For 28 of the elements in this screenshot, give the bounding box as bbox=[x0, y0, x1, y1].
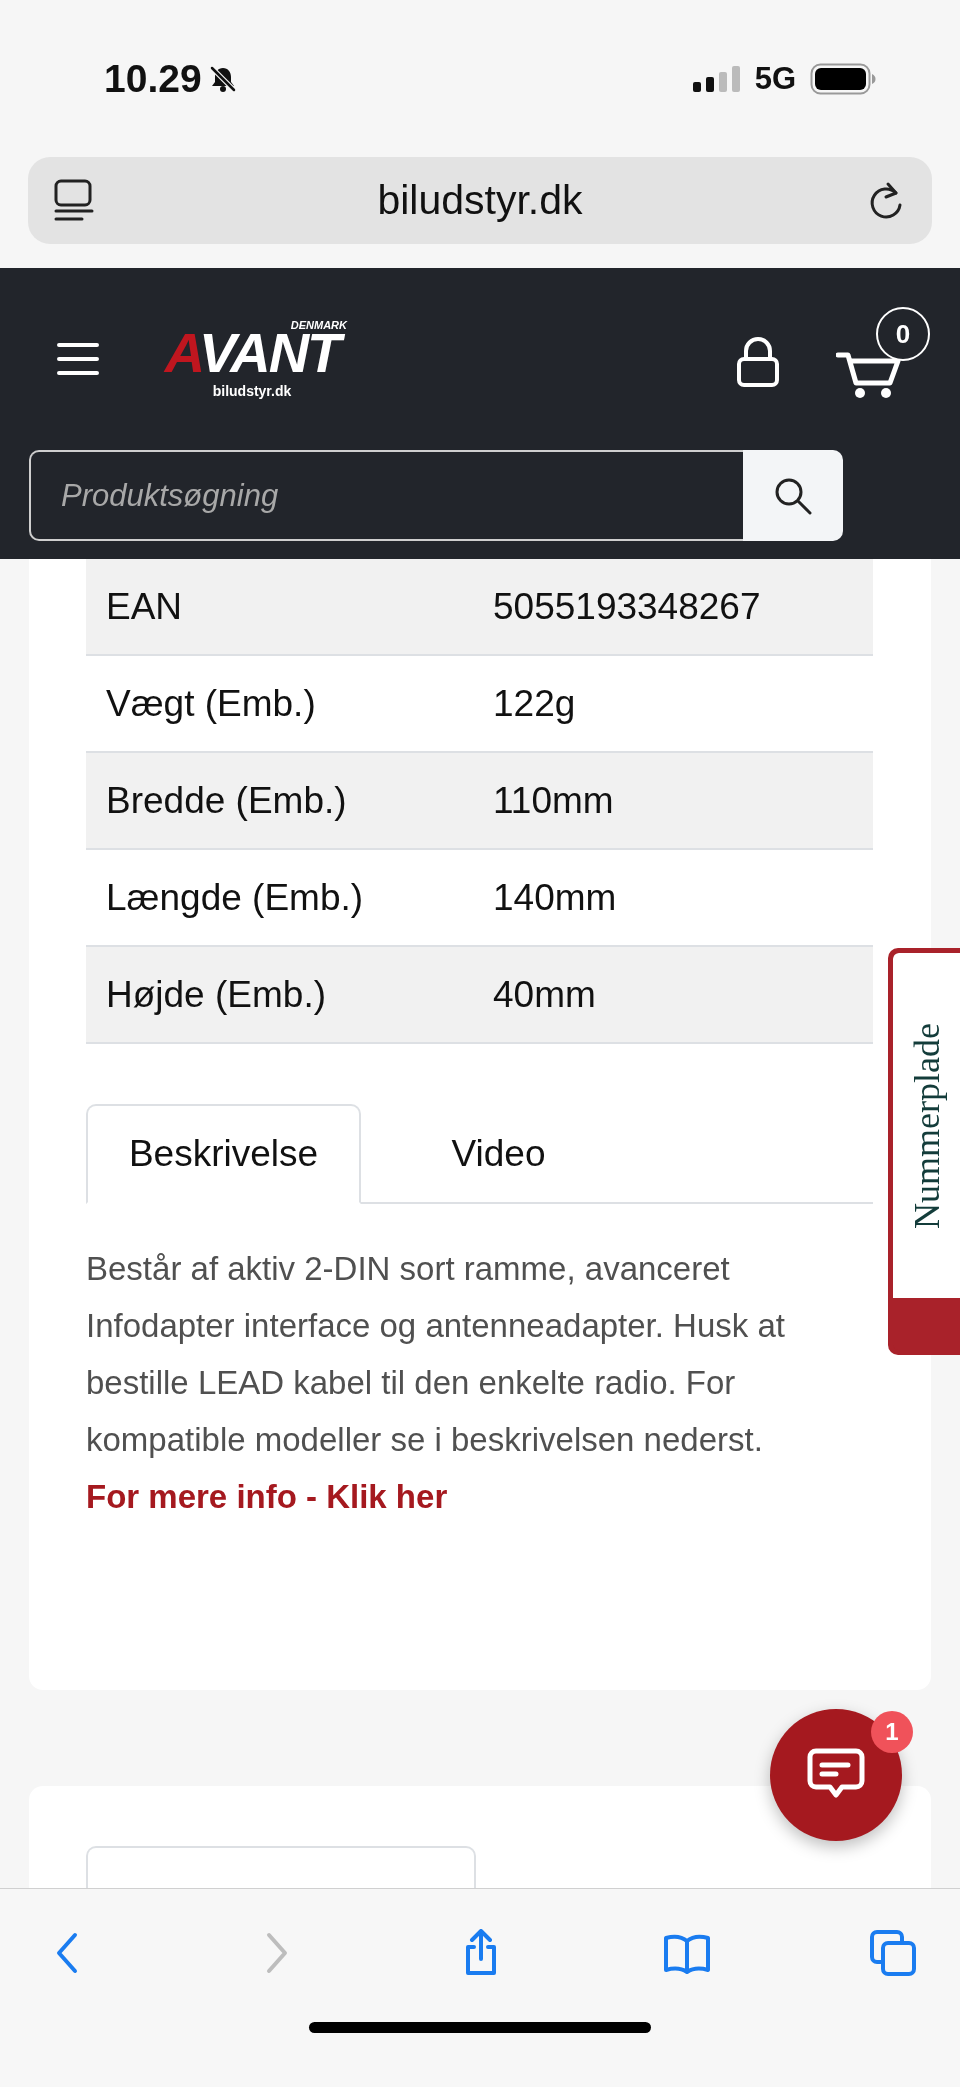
table-cell: 5055193348267 bbox=[493, 585, 761, 628]
notification-badge: 1 bbox=[871, 1711, 913, 1753]
table-cell-text: EAN bbox=[105, 585, 184, 628]
description-text: Består af aktiv 2-DIN sort ramme, avanceret Infodapter interface og antenneadapter. Husk at bestille LEAD kabel til den enkelte radio. For kompatible modeller se i beskrivelsen nederst. bbox=[86, 1249, 786, 1460]
search-field[interactable]: Produktsøgning bbox=[29, 450, 743, 541]
table-cell: 110mm bbox=[493, 779, 614, 822]
lock-icon[interactable] bbox=[736, 337, 780, 387]
table-cell: 122g bbox=[493, 682, 576, 725]
battery-icon bbox=[810, 62, 876, 95]
reader-icon[interactable] bbox=[54, 178, 94, 223]
address-bar[interactable]: biludstyr.dk bbox=[28, 157, 932, 244]
side-tab[interactable]: Nummerplade bbox=[888, 948, 960, 1355]
info-link[interactable]: For mere info - Klik her bbox=[86, 1468, 448, 1525]
table-cell-text: Højde (Emb.) bbox=[105, 973, 327, 1016]
network-label: 5G bbox=[754, 60, 796, 97]
tabs-icon[interactable] bbox=[869, 1929, 917, 1977]
table-cell: 40mm bbox=[493, 973, 596, 1016]
clock-time: 10.29 bbox=[104, 56, 202, 101]
signal-icon bbox=[692, 65, 741, 92]
table-cell: 140mm bbox=[493, 876, 617, 919]
table-cell-text: Vægt (Emb.) bbox=[105, 682, 317, 725]
table-cell-text: Længde (Emb.) bbox=[105, 876, 365, 919]
menu-icon[interactable] bbox=[57, 342, 99, 376]
table-cell-text: Bredde (Emb.) bbox=[105, 779, 348, 822]
search-button[interactable] bbox=[743, 450, 843, 541]
tab[interactable]: Video bbox=[361, 1104, 636, 1204]
tab[interactable]: Beskrivelse bbox=[86, 1104, 361, 1204]
cart-count-badge: 0 bbox=[876, 307, 930, 361]
